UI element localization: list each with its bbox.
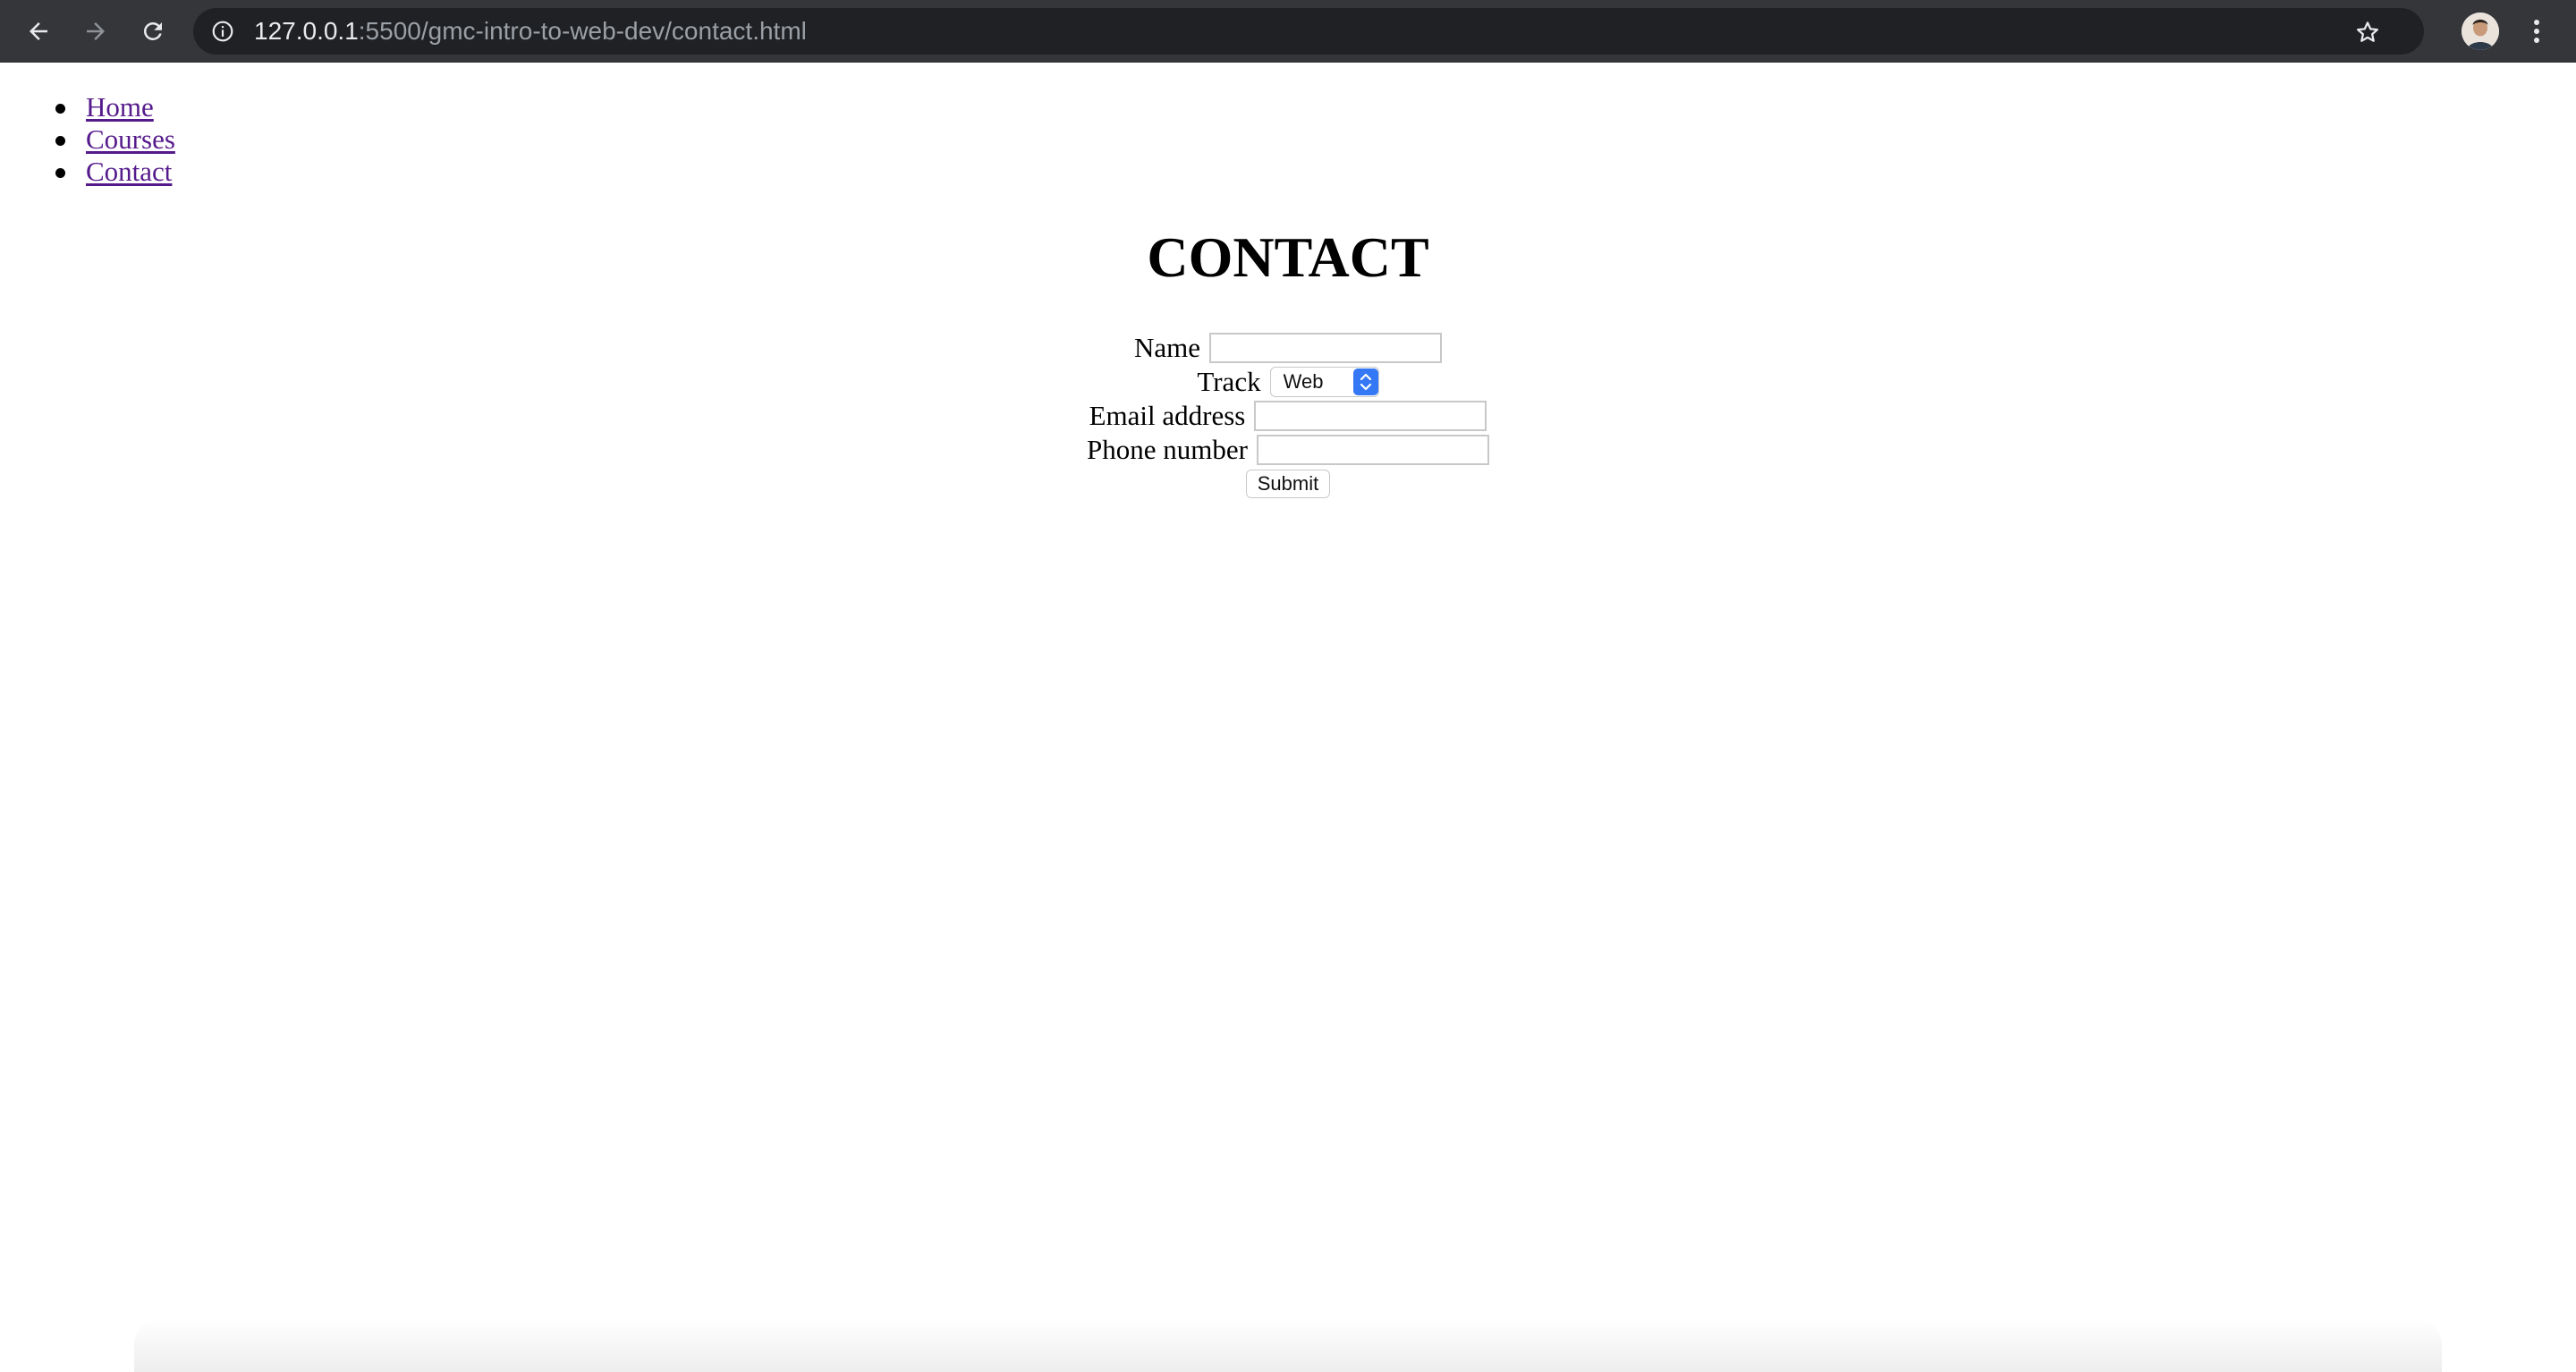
track-row: Track Web bbox=[0, 365, 2576, 399]
browser-menu-button[interactable] bbox=[2521, 13, 2553, 50]
url-path: :5500/gmc-intro-to-web-dev/contact.html bbox=[358, 17, 807, 45]
phone-row: Phone number bbox=[0, 433, 2576, 467]
back-button[interactable] bbox=[18, 11, 59, 52]
page-title: CONTACT bbox=[1147, 225, 1429, 289]
list-bullet bbox=[55, 136, 65, 146]
kebab-menu-icon bbox=[2534, 20, 2539, 43]
back-arrow-icon bbox=[30, 22, 47, 40]
url-text[interactable]: 127.0.0.1:5500/gmc-intro-to-web-dev/cont… bbox=[254, 8, 807, 55]
address-bar[interactable]: 127.0.0.1:5500/gmc-intro-to-web-dev/cont… bbox=[193, 8, 2424, 55]
submit-button[interactable]: Submit bbox=[1245, 470, 1331, 498]
reload-icon bbox=[143, 21, 162, 40]
forward-arrow-icon bbox=[87, 22, 105, 40]
track-label: Track bbox=[1197, 366, 1261, 397]
browser-toolbar: 127.0.0.1:5500/gmc-intro-to-web-dev/cont… bbox=[0, 0, 2576, 63]
star-icon[interactable] bbox=[2354, 19, 2381, 46]
phone-field[interactable] bbox=[1256, 435, 1489, 465]
forward-button[interactable] bbox=[75, 11, 116, 52]
list-bullet bbox=[55, 168, 65, 178]
nav-link-home[interactable]: Home bbox=[86, 91, 154, 123]
bottom-shadow bbox=[134, 1318, 2442, 1372]
nav-item-home: Home bbox=[55, 91, 175, 123]
phone-label: Phone number bbox=[1087, 434, 1248, 465]
name-label: Name bbox=[1133, 332, 1201, 363]
nav-item-courses: Courses bbox=[55, 123, 175, 156]
profile-avatar[interactable] bbox=[2462, 13, 2499, 50]
submit-row: Submit bbox=[0, 467, 2576, 501]
name-field[interactable] bbox=[1209, 333, 1443, 363]
name-row: Name bbox=[0, 331, 2576, 365]
track-select[interactable]: Web bbox=[1269, 367, 1379, 397]
reload-button[interactable] bbox=[132, 11, 174, 52]
url-host: 127.0.0.1 bbox=[254, 17, 359, 45]
page-content: Home Courses Contact CONTACT Name Track … bbox=[0, 63, 2576, 1372]
list-bullet bbox=[55, 104, 65, 114]
email-label: Email address bbox=[1089, 400, 1246, 431]
site-nav: Home Courses Contact bbox=[55, 91, 175, 188]
nav-item-contact: Contact bbox=[55, 156, 175, 188]
info-icon[interactable] bbox=[211, 20, 234, 43]
nav-link-courses[interactable]: Courses bbox=[86, 123, 175, 155]
track-select-value: Web bbox=[1283, 370, 1324, 393]
email-row: Email address bbox=[0, 399, 2576, 433]
nav-link-contact[interactable]: Contact bbox=[86, 156, 172, 187]
select-arrows-icon bbox=[1352, 368, 1378, 395]
avatar-icon bbox=[2462, 13, 2499, 50]
email-field[interactable] bbox=[1254, 401, 1487, 431]
